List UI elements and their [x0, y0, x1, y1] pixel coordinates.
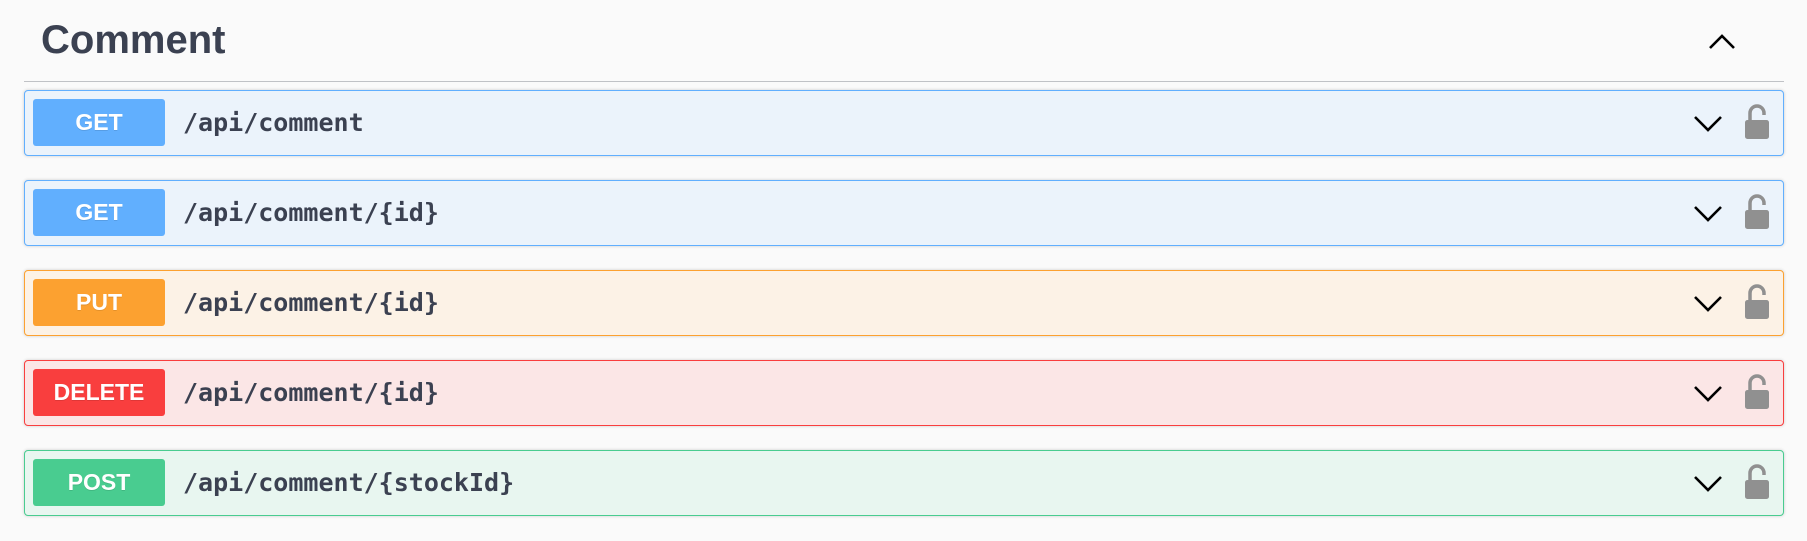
operation-get-comment-by-id[interactable]: GET /api/comment/{id}: [24, 180, 1784, 246]
chevron-down-icon: [1694, 296, 1722, 312]
tag-title: Comment: [41, 18, 226, 62]
chevron-down-icon: [1694, 476, 1722, 492]
operation-path: /api/comment/{id}: [183, 198, 439, 227]
unlocked-padlock-icon: [1745, 194, 1769, 229]
chevron-up-icon: [1709, 34, 1735, 49]
operation-delete-comment[interactable]: DELETE /api/comment/{id}: [24, 360, 1784, 426]
authorize-lock-button[interactable]: [1742, 283, 1772, 321]
authorize-lock-button[interactable]: [1742, 193, 1772, 231]
operation-path: /api/comment/{id}: [183, 288, 439, 317]
unlocked-padlock-icon: [1745, 464, 1769, 499]
operation-put-comment[interactable]: PUT /api/comment/{id}: [24, 270, 1784, 336]
expand-operation-button[interactable]: [1691, 468, 1725, 498]
operation-path: /api/comment: [183, 108, 364, 137]
authorize-lock-button[interactable]: [1742, 463, 1772, 501]
unlocked-padlock-icon: [1745, 374, 1769, 409]
expand-operation-button[interactable]: [1691, 198, 1725, 228]
expand-operation-button[interactable]: [1691, 108, 1725, 138]
method-badge: GET: [33, 99, 165, 146]
method-badge: PUT: [33, 279, 165, 326]
unlocked-padlock-icon: [1745, 284, 1769, 319]
operation-post-comment[interactable]: POST /api/comment/{stockId}: [24, 450, 1784, 516]
collapse-tag-button[interactable]: [1702, 24, 1742, 58]
authorize-lock-button[interactable]: [1742, 103, 1772, 141]
unlocked-padlock-icon: [1745, 104, 1769, 139]
operation-path: /api/comment/{id}: [183, 378, 439, 407]
chevron-down-icon: [1694, 386, 1722, 402]
tag-header-comment[interactable]: Comment: [24, 0, 1784, 82]
method-badge: GET: [33, 189, 165, 236]
operation-path: /api/comment/{stockId}: [183, 468, 515, 497]
method-badge: POST: [33, 459, 165, 506]
authorize-lock-button[interactable]: [1742, 373, 1772, 411]
method-badge: DELETE: [33, 369, 165, 416]
expand-operation-button[interactable]: [1691, 378, 1725, 408]
chevron-down-icon: [1694, 116, 1722, 132]
operation-get-comments[interactable]: GET /api/comment: [24, 90, 1784, 156]
chevron-down-icon: [1694, 206, 1722, 222]
expand-operation-button[interactable]: [1691, 288, 1725, 318]
swagger-tag-section: Comment GET /api/comment GET /api/commen…: [0, 0, 1807, 541]
